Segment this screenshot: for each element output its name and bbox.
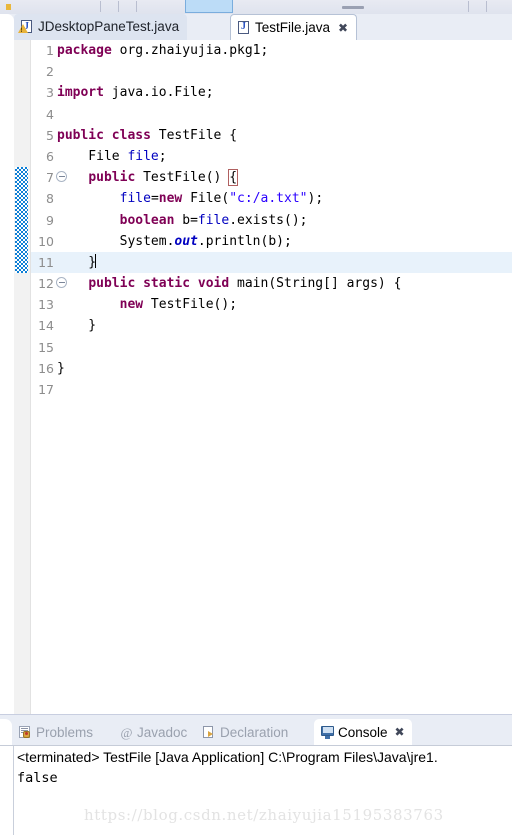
code-line[interactable]: 10 System.out.println(b);: [31, 231, 512, 252]
line-number: 17: [38, 382, 54, 397]
view-tab-declaration[interactable]: Declaration: [196, 719, 295, 745]
code-line[interactable]: 8 file=new File("c:/a.txt");: [31, 188, 512, 209]
code-line[interactable]: 7 public TestFile() {: [31, 167, 512, 188]
code-line-text: boolean b=file.exists();: [119, 212, 308, 228]
line-number: 4: [46, 106, 54, 122]
toolbar-separator-3: [468, 1, 469, 12]
line-number: 15: [38, 339, 54, 355]
code-line[interactable]: 15: [31, 337, 512, 358]
view-tab-problems[interactable]: Problems: [12, 719, 100, 745]
line-number: 16: [38, 360, 54, 376]
code-line-text: package org.zhaiyujia.pkg1;: [57, 43, 269, 58]
java-file-warning-icon: J !: [18, 20, 33, 34]
main-toolbar: [0, 0, 512, 14]
code-line-text: public class TestFile {: [57, 127, 238, 143]
editor-tab-label: JDesktopPaneTest.java: [38, 19, 180, 35]
code-line[interactable]: 4: [31, 104, 512, 125]
line-number: 1: [46, 43, 54, 58]
text-caret: [95, 253, 97, 268]
code-line[interactable]: 13 new TestFile();: [31, 294, 512, 315]
line-number: 8: [46, 191, 54, 207]
view-tab-console[interactable]: Console ✖: [314, 719, 412, 745]
code-line-text: }: [57, 318, 97, 334]
line-number: 12: [38, 276, 54, 292]
code-line[interactable]: 3 import java.io.File;: [31, 82, 512, 103]
console-divider: [13, 746, 14, 835]
code-line[interactable]: 11 }: [31, 251, 512, 274]
toolbar-separator-1: [118, 1, 119, 12]
toolbar-icon-1[interactable]: [342, 6, 364, 9]
view-tab-label: Javadoc: [137, 724, 188, 740]
change-bar-marker: [15, 167, 28, 274]
view-tab-label: Problems: [36, 724, 94, 740]
problems-icon: [19, 725, 32, 739]
code-line[interactable]: 16}: [31, 358, 512, 379]
console-icon: [321, 725, 334, 739]
toolbar-separator-2: [136, 1, 137, 12]
editor-tab-jdesktoppanetest[interactable]: J ! JDesktopPaneTest.java: [14, 14, 188, 40]
code-line[interactable]: 12 public static void main(String[] args…: [31, 273, 512, 294]
declaration-icon: [203, 725, 216, 739]
code-editor[interactable]: 1 package org.zhaiyujia.pkg1; 2 3 import jav…: [0, 40, 512, 755]
code-line[interactable]: 5 public class TestFile {: [31, 125, 512, 146]
code-line[interactable]: 17: [31, 379, 512, 400]
code-line-text: File file;: [57, 148, 167, 164]
code-line-text: file=new File("c:/a.txt");: [119, 191, 324, 207]
view-tab-javadoc[interactable]: @ Javadoc: [113, 719, 194, 745]
code-line[interactable]: 9 boolean b=file.exists();: [31, 210, 512, 231]
code-line[interactable]: 2: [31, 61, 512, 82]
code-line[interactable]: 14 }: [31, 315, 512, 336]
toolbar-icon-0[interactable]: [6, 4, 11, 10]
line-number: 13: [38, 297, 54, 313]
view-tab-label: Console: [338, 724, 388, 740]
java-file-icon: J: [238, 20, 250, 35]
code-line-text: }: [57, 253, 97, 270]
close-icon[interactable]: ✖: [395, 726, 405, 738]
code-line[interactable]: 1 package org.zhaiyujia.pkg1;: [31, 40, 512, 61]
editor-tab-label: TestFile.java: [255, 19, 331, 35]
view-tab-label: Declaration: [220, 724, 289, 740]
editor-tab-testfile[interactable]: J TestFile.java ✖: [230, 14, 358, 40]
line-number: 7: [46, 170, 54, 186]
toolbar-separator-4: [486, 1, 487, 12]
code-text-area[interactable]: 1 package org.zhaiyujia.pkg1; 2 3 import jav…: [31, 40, 512, 714]
toolbar-separator-0: [100, 1, 101, 12]
line-number: 3: [46, 85, 54, 101]
view-tab-bar: Problems @ Javadoc Declaration Console ✖: [0, 719, 512, 745]
watermark: https://blog.csdn.net/zhaiyujia151953837…: [84, 806, 444, 824]
code-line-text: }: [57, 360, 65, 376]
code-line-text: new TestFile();: [119, 297, 238, 313]
console-output-line: false: [17, 770, 58, 786]
line-number: 9: [46, 212, 54, 228]
editor-annotation-ruler[interactable]: [14, 40, 31, 714]
code-line-text: import java.io.File;: [57, 85, 214, 101]
line-number: 14: [38, 318, 54, 334]
toolbar-button-highlighted[interactable]: [185, 0, 233, 13]
code-line-text: System.out.println(b);: [57, 233, 292, 249]
eclipse-window: J ! JDesktopPaneTest.java J TestFile.jav…: [0, 0, 512, 835]
tab-bar-left-curve: [0, 14, 14, 40]
code-line[interactable]: 6 File file;: [31, 146, 512, 167]
console-left-margin: [0, 746, 13, 835]
code-line-text: public TestFile() {: [88, 169, 239, 187]
view-tab-bar-left-curve: [0, 719, 12, 745]
line-number: 2: [46, 64, 54, 80]
line-number: 5: [46, 127, 54, 143]
close-icon[interactable]: ✖: [338, 22, 348, 34]
line-number: 11: [38, 254, 54, 270]
line-number: 6: [46, 148, 54, 164]
editor-tab-bar: J ! JDesktopPaneTest.java J TestFile.jav…: [0, 14, 512, 40]
javadoc-at-icon: @: [120, 724, 133, 740]
code-line-text: public static void main(String[] args) {: [88, 276, 402, 292]
line-number: 10: [38, 233, 54, 249]
console-terminated-line: <terminated> TestFile [Java Application]…: [17, 749, 438, 765]
